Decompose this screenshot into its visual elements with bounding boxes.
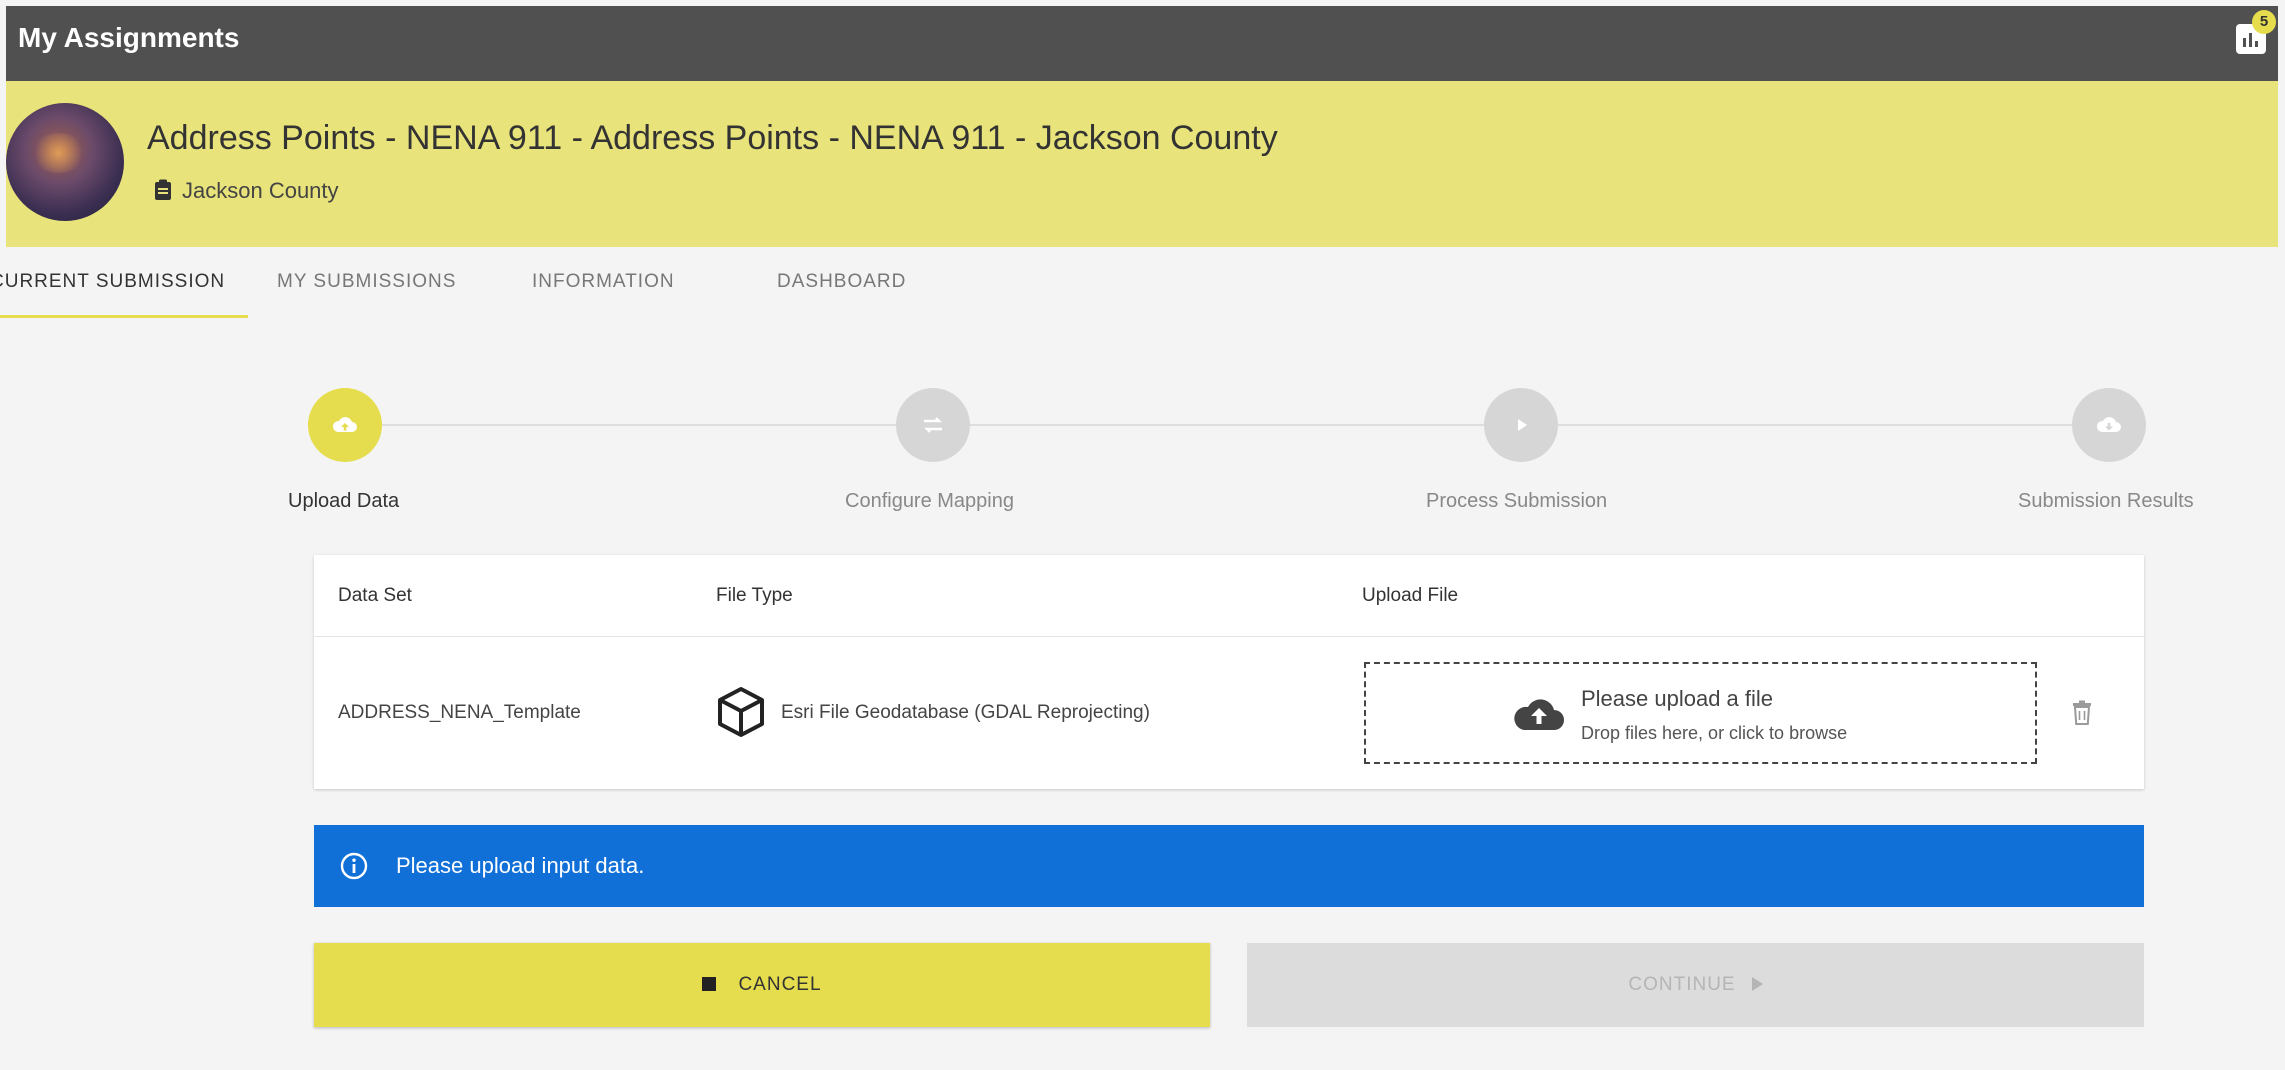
cancel-label: CANCEL — [738, 974, 822, 995]
tab-my-submissions[interactable]: MY SUBMISSIONS — [277, 271, 456, 293]
tab-bar: CURRENT SUBMISSION MY SUBMISSIONS INFORM… — [0, 247, 2285, 321]
tab-information[interactable]: INFORMATION — [532, 271, 675, 293]
column-header-file-type: File Type — [716, 585, 793, 606]
step-label-configure-mapping: Configure Mapping — [845, 490, 1014, 512]
clipboard-icon — [154, 179, 172, 207]
step-upload-data[interactable] — [308, 388, 382, 462]
app-root: My Assignments 5 Address Points - NENA 9… — [0, 0, 2285, 1070]
trash-icon[interactable] — [2071, 700, 2093, 731]
continue-label: CONTINUE — [1628, 974, 1736, 995]
assignment-header: Address Points - NENA 911 - Address Poin… — [6, 81, 2278, 247]
upload-prompt: Please upload a file — [1581, 686, 1774, 711]
info-banner: Please upload input data. — [314, 825, 2144, 907]
info-message: Please upload input data. — [396, 853, 645, 878]
column-header-data-set: Data Set — [338, 585, 412, 606]
continue-button[interactable]: CONTINUE — [1247, 943, 2144, 1027]
app-title: My Assignments — [18, 22, 240, 53]
step-label-upload-data: Upload Data — [288, 490, 400, 512]
active-tab-indicator — [0, 315, 248, 318]
tab-current-submission[interactable]: CURRENT SUBMISSION — [0, 271, 225, 293]
county-label: Jackson County — [154, 178, 339, 207]
cloud-upload-icon — [1512, 694, 1566, 739]
step-label-submission-results: Submission Results — [2018, 490, 2194, 512]
dataset-name: ADDRESS_NENA_Template — [338, 702, 581, 723]
info-icon — [340, 852, 368, 885]
dataset-table: Data Set File Type Upload File ADDRESS_N… — [314, 555, 2144, 789]
step-process-submission[interactable] — [1484, 388, 1558, 462]
upload-hint: Drop files here, or click to browse — [1581, 723, 1848, 743]
step-submission-results[interactable] — [2072, 388, 2146, 462]
cube-icon — [714, 685, 768, 744]
file-type: Esri File Geodatabase (GDAL Reprojecting… — [781, 702, 1150, 723]
county-name: Jackson County — [182, 178, 339, 203]
table-header: Data Set File Type Upload File — [314, 555, 2144, 637]
progress-stepper: Upload Data Configure Mapping Process Su… — [0, 380, 2285, 520]
tab-dashboard[interactable]: DASHBOARD — [777, 271, 906, 293]
step-configure-mapping[interactable] — [896, 388, 970, 462]
page-title: Address Points - NENA 911 - Address Poin… — [147, 119, 1278, 157]
file-dropzone[interactable]: Please upload a file Drop files here, or… — [1364, 662, 2037, 764]
step-label-process-submission: Process Submission — [1426, 490, 1608, 512]
stepper-connector — [345, 424, 2115, 426]
stop-icon — [702, 977, 717, 991]
column-header-upload-file: Upload File — [1362, 585, 1459, 606]
cancel-button[interactable]: CANCEL — [314, 943, 1210, 1027]
play-arrow-icon — [1751, 977, 1763, 991]
top-app-bar: My Assignments 5 — [6, 6, 2278, 81]
notification-badge: 5 — [2252, 10, 2276, 34]
avatar — [6, 103, 124, 221]
